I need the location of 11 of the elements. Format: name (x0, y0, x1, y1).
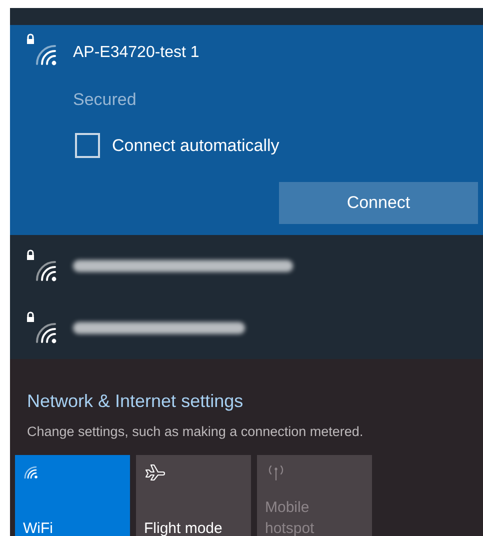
quick-action-tile[interactable]: Flight mode (136, 455, 251, 536)
checkbox-label: Connect automatically (112, 134, 280, 156)
settings-description: Change settings, such as making a connection metered. (27, 423, 364, 441)
settings-link[interactable]: Network & Internet settings (27, 388, 244, 415)
selected-network-panel[interactable]: AP-E34720-test 1 Secured Connect automatically Connect (10, 25, 483, 235)
quick-action-tile[interactable]: WiFi (15, 455, 130, 536)
connect-button[interactable]: Connect (279, 182, 478, 224)
airplane-icon (144, 463, 166, 482)
network-name: AP-E34720-test 1 (73, 43, 200, 63)
checkbox[interactable] (75, 132, 100, 158)
network-status: Secured (73, 89, 136, 111)
